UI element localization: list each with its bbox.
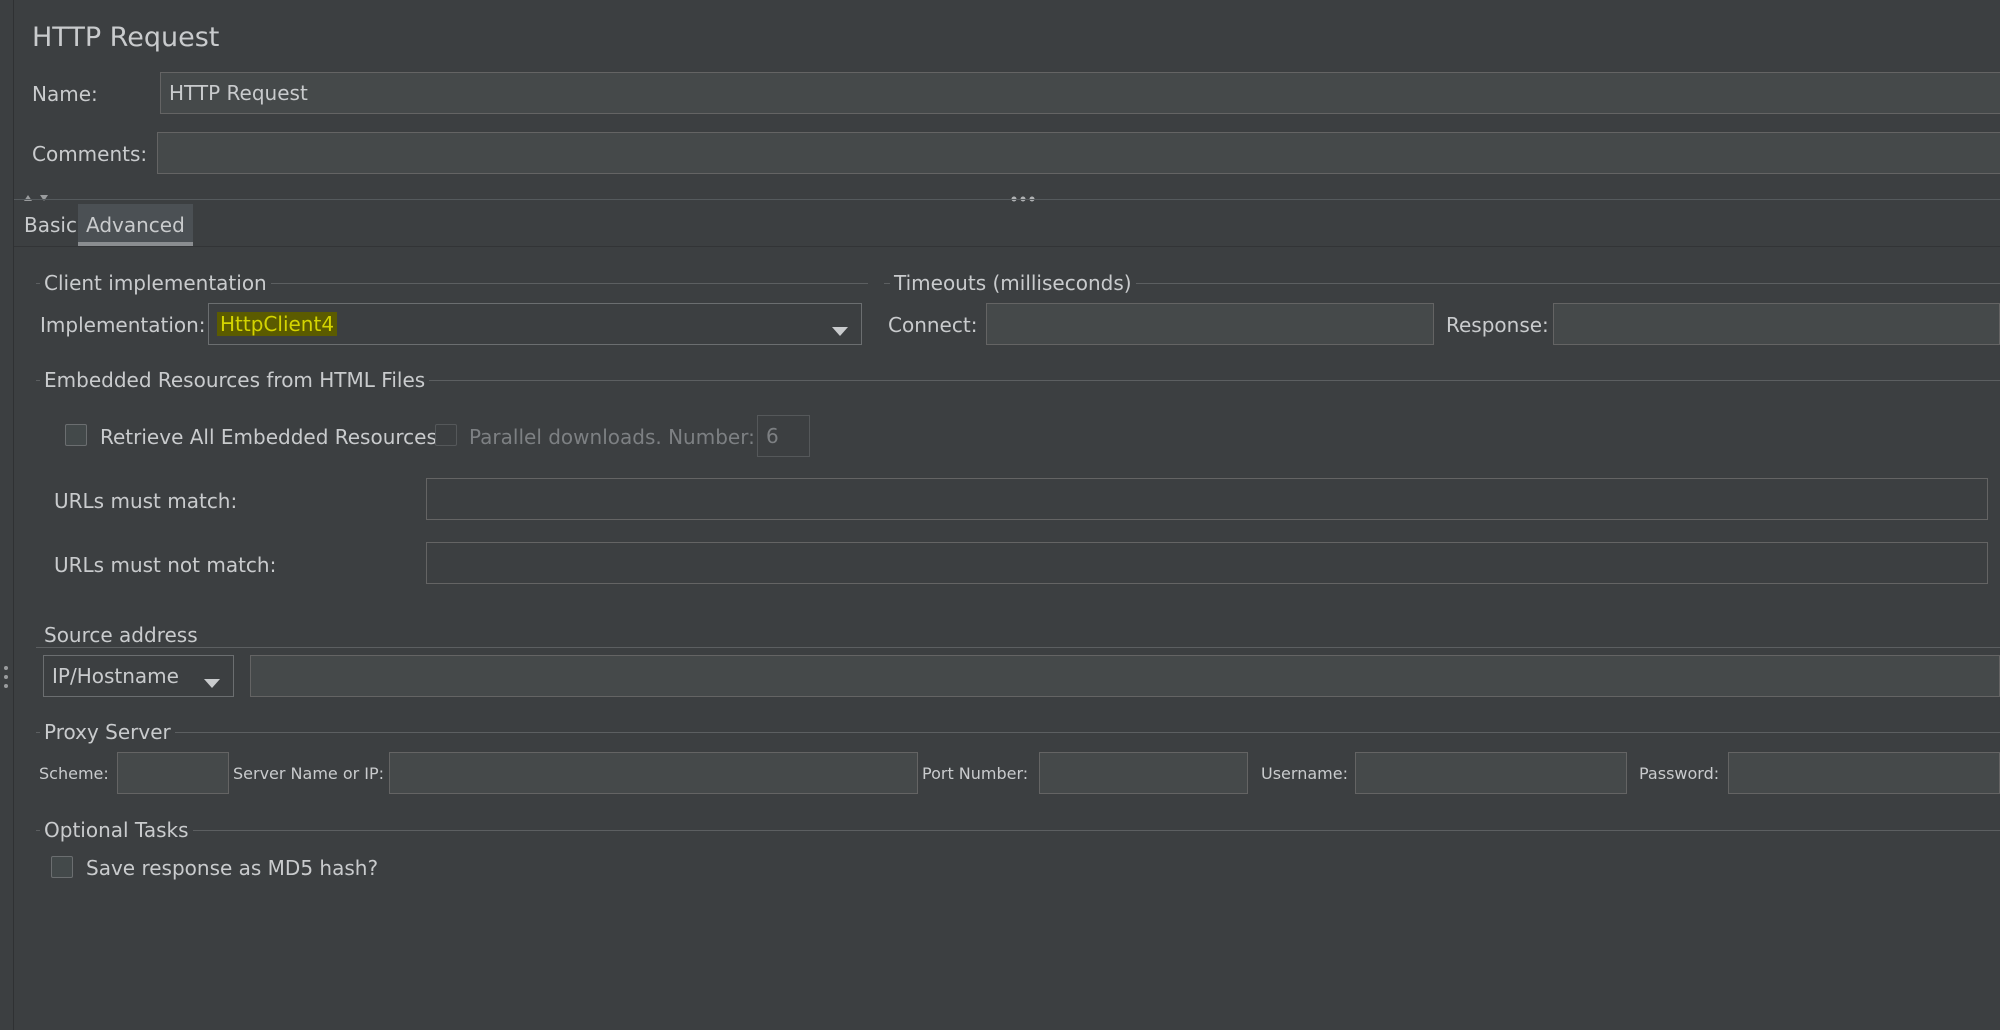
port-input[interactable] xyxy=(1039,752,1248,794)
tab-divider xyxy=(14,246,2000,247)
scheme-input[interactable] xyxy=(117,752,229,794)
retrieve-embedded-label: Retrieve All Embedded Resources xyxy=(100,425,437,449)
parallel-downloads-label: Parallel downloads. Number: xyxy=(469,425,755,449)
urls-match-label: URLs must match: xyxy=(54,489,238,513)
source-address-title: Source address xyxy=(40,623,202,647)
drag-handle-icon[interactable] xyxy=(1010,188,1036,207)
retrieve-embedded-checkbox[interactable] xyxy=(65,424,87,446)
source-type-value: IP/Hostname xyxy=(52,664,179,688)
chevron-down-icon xyxy=(203,671,221,695)
implementation-value: HttpClient4 xyxy=(217,312,338,336)
connect-input[interactable] xyxy=(986,303,1434,345)
vertical-drag-handle-icon[interactable] xyxy=(3,664,9,690)
optional-tasks-group-border xyxy=(36,830,2000,831)
md5-label: Save response as MD5 hash? xyxy=(86,856,379,880)
splitter-line xyxy=(14,199,2000,200)
proxy-title: Proxy Server xyxy=(40,720,175,744)
name-input[interactable]: HTTP Request xyxy=(160,72,2000,114)
port-label: Port Number: xyxy=(922,764,1029,783)
urls-not-match-input[interactable] xyxy=(426,542,1988,584)
page-title: HTTP Request xyxy=(32,22,220,53)
source-type-select[interactable]: IP/Hostname xyxy=(43,655,234,697)
implementation-label: Implementation: xyxy=(40,313,206,337)
tab-basic[interactable]: Basic xyxy=(16,204,85,246)
parallel-downloads-checkbox[interactable] xyxy=(435,424,457,446)
source-address-group-border xyxy=(36,647,2000,648)
comments-label: Comments: xyxy=(32,142,148,166)
response-input[interactable] xyxy=(1553,303,2000,345)
username-label: Username: xyxy=(1261,764,1348,783)
chevron-down-icon xyxy=(831,319,849,343)
urls-match-input[interactable] xyxy=(426,478,1988,520)
tab-advanced[interactable]: Advanced xyxy=(78,204,193,246)
splitter-bar[interactable] xyxy=(14,184,2000,202)
urls-not-match-label: URLs must not match: xyxy=(54,553,277,577)
source-address-input[interactable] xyxy=(250,655,2000,697)
optional-tasks-title: Optional Tasks xyxy=(40,818,193,842)
response-label: Response: xyxy=(1446,313,1549,337)
implementation-select[interactable]: HttpClient4 xyxy=(208,303,862,345)
server-label: Server Name or IP: xyxy=(233,764,385,783)
password-label: Password: xyxy=(1639,764,1720,783)
client-impl-title: Client implementation xyxy=(40,271,271,295)
embedded-title: Embedded Resources from HTML Files xyxy=(40,368,430,392)
connect-label: Connect: xyxy=(888,313,978,337)
timeouts-title: Timeouts (milliseconds) xyxy=(890,271,1136,295)
left-panel-border xyxy=(13,0,14,1030)
name-label: Name: xyxy=(32,82,98,106)
password-input[interactable] xyxy=(1728,752,2000,794)
md5-checkbox[interactable] xyxy=(51,856,73,878)
proxy-group-border xyxy=(36,732,2000,733)
username-input[interactable] xyxy=(1355,752,1627,794)
server-input[interactable] xyxy=(389,752,918,794)
scheme-label: Scheme: xyxy=(39,764,109,783)
comments-input[interactable] xyxy=(157,132,2000,174)
parallel-number-input[interactable]: 6 xyxy=(757,415,810,457)
